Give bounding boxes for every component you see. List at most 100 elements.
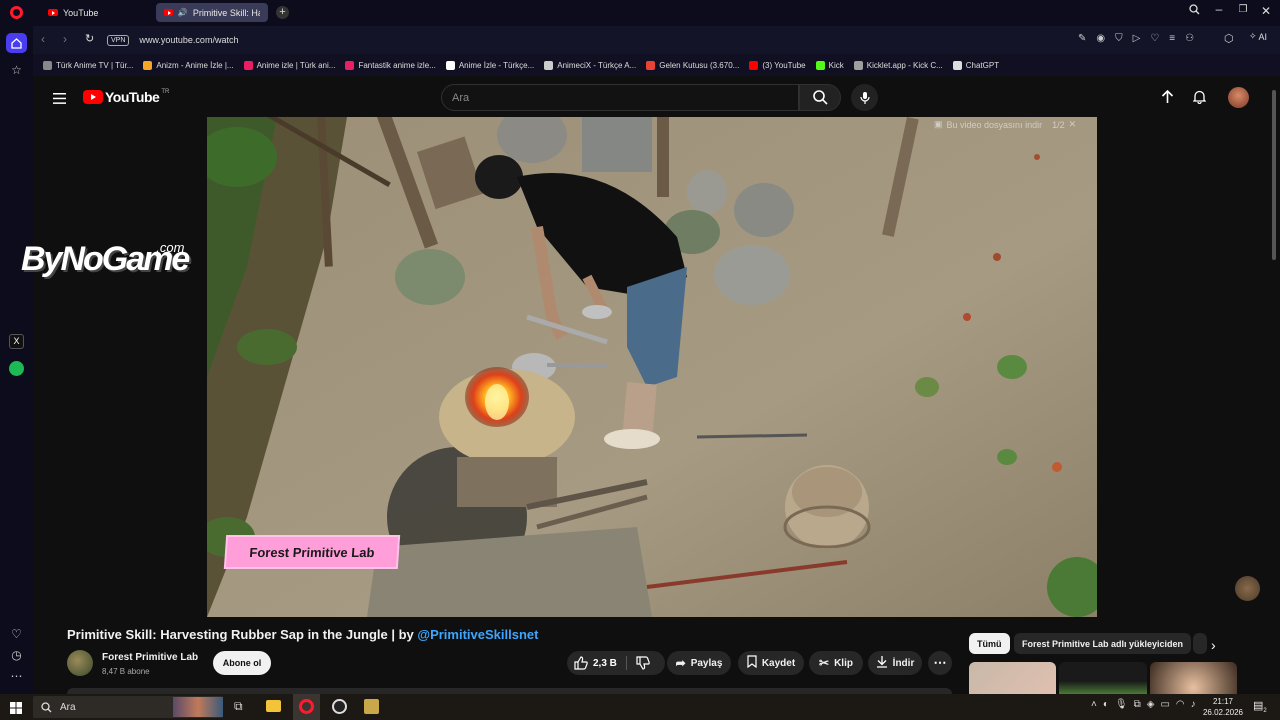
tab-primitive-skill[interactable]: 🔊 Primitive Skill: Harvest [156,3,268,22]
task-view-icon[interactable]: ⧉ [234,699,243,714]
share-button[interactable]: ➦ Paylaş [667,651,731,675]
channel-name[interactable]: Forest Primitive Lab [102,652,198,663]
thumbs-up-icon [574,656,588,670]
star-icon[interactable]: ☆ [8,61,25,78]
youtube-logo[interactable]: YouTube TR [83,89,169,105]
clock-date: 26.02.2026 [1202,708,1244,717]
profile-icon[interactable]: ⚇ [1185,33,1194,44]
wifi-icon[interactable]: ◠ [1176,699,1185,710]
notification-center-icon[interactable]: ▤2 [1253,699,1267,714]
tray-app3-icon[interactable]: ◈ [1147,699,1155,710]
close-icon[interactable]: ✕ [1256,4,1276,18]
bookmark-item[interactable]: Türk Anime TV | Tür... [43,60,133,70]
bookmark-label: Fantastik anime izle... [358,60,436,70]
chip-from-uploader[interactable]: Forest Primitive Lab adlı yükleyiciden [1014,633,1192,654]
bookmark-item[interactable]: (3) YouTube [749,60,806,70]
dislike-button[interactable] [636,656,650,675]
heart-icon[interactable]: ♡ [8,625,25,642]
channel-avatar[interactable] [67,650,93,676]
recommended-thumbnail[interactable] [1059,662,1147,694]
scrollbar-thumb[interactable] [1272,90,1276,260]
spotify-icon[interactable] [9,361,24,376]
volume-icon[interactable]: ♪ [1191,699,1196,710]
minimize-icon[interactable]: – [1209,2,1229,16]
microphone-tray-icon[interactable]: 🎙 [1115,699,1128,710]
menu-icon[interactable]: ≡ [1169,33,1175,44]
tray-chevron-icon[interactable]: ˄ [1091,699,1097,710]
search-tabs-icon[interactable] [1184,4,1204,18]
clock[interactable]: 21:17 26.02.2026 [1200,696,1246,718]
like-button[interactable]: 2,3 B [574,651,617,675]
bookmark-item[interactable]: AnimeciX - Türkçe A... [544,60,637,70]
upload-icon[interactable] [1161,89,1174,109]
file-explorer-icon[interactable] [266,700,281,712]
floating-avatar[interactable] [1235,576,1260,601]
new-tab-button[interactable]: + [276,6,289,19]
chip-all[interactable]: Tümü [969,633,1010,654]
edit-icon[interactable]: ✎ [1078,33,1086,44]
ai-button[interactable]: ✧ AI [1249,31,1267,42]
chevron-right-icon[interactable]: › [1211,637,1216,653]
camera-icon[interactable]: ◉ [1096,33,1105,44]
clip-button[interactable]: ✂ Klip [809,651,863,675]
video-player[interactable]: ▣ Bu video dosyasını indir 1/2 ✕ Forest … [207,117,1097,617]
recommended-thumbnail[interactable] [1150,662,1237,694]
download-button[interactable]: İndir [868,651,922,675]
recommended-thumbnail[interactable] [969,662,1056,694]
bookmark-item[interactable]: Kicklet.app - Kick C... [853,60,943,70]
windows-start-icon[interactable] [10,701,22,719]
avatar[interactable] [1228,87,1249,108]
address-bar[interactable]: VPN www.youtube.com/watch [107,30,1247,50]
extensions-icon[interactable]: ⬡ [1224,32,1234,45]
bookmark-item[interactable]: Fantastik anime izle... [345,60,436,70]
history-icon[interactable]: ◷ [8,646,25,663]
heart-icon[interactable]: ♡ [1150,33,1159,44]
back-icon[interactable]: ‹ [41,32,45,46]
tray-app2-icon[interactable]: ⧉ [1134,699,1141,710]
more-icon[interactable]: ⋯ [8,667,25,684]
video-title-link[interactable]: @PrimitiveSkillsnet [417,627,538,642]
taskbar-search-placeholder: Ara [60,701,76,713]
reload-icon[interactable]: ↻ [85,32,94,45]
bookmark-item[interactable]: Anime izle | Türk ani... [243,60,335,70]
network-icon[interactable]: ▭ [1160,699,1169,710]
x-twitter-icon[interactable]: X [9,334,24,349]
speaker-icon[interactable]: 🔊 [178,8,188,17]
bookmark-favicon-icon [43,60,52,70]
chip-all-label: Tümü [977,638,1002,649]
play-icon[interactable]: ▷ [1133,33,1141,44]
download-icon [876,655,888,671]
close-hint-icon[interactable]: ✕ [1069,119,1077,130]
tray-app-icon[interactable]: ◐ [1103,699,1109,710]
youtube-logo-text: YouTube [105,89,160,105]
taskbar-search[interactable]: Ara [33,696,223,718]
page-scrollbar[interactable] [1271,84,1277,692]
save-button[interactable]: Kaydet [738,651,804,675]
vpn-badge[interactable]: VPN [107,34,130,46]
bookmark-item[interactable]: Anime İzle - Türkçe... [445,60,534,70]
search-input[interactable]: Ara [441,84,799,111]
hamburger-menu-icon[interactable] [53,91,66,109]
app-taskbar-icon[interactable] [364,699,379,714]
bookmark-item[interactable]: Anizm - Anime İzle |... [143,60,234,70]
search-button[interactable] [799,84,841,111]
tab-youtube[interactable]: YouTube [40,3,154,22]
opera-gx-taskbar-icon[interactable] [332,699,347,714]
url-text[interactable]: www.youtube.com/watch [139,35,238,45]
bookmark-item[interactable]: ChatGPT [952,60,999,70]
bookmark-label: AnimeciX - Türkçe A... [557,60,637,70]
home-icon[interactable] [6,33,27,53]
opera-taskbar-icon[interactable] [293,694,320,720]
maximize-icon[interactable]: ❐ [1233,4,1253,15]
voice-search-button[interactable] [851,84,878,111]
chip-partial[interactable] [1193,633,1207,654]
download-video-hint[interactable]: ▣ Bu video dosyasını indir 1/2 ✕ [934,119,1076,130]
shield-icon[interactable]: ⛉ [1115,33,1123,44]
opera-logo-icon[interactable] [10,6,23,19]
bookmark-item[interactable]: Kick [815,60,844,70]
bookmark-item[interactable]: Gelen Kutusu (3.670... [646,60,739,70]
bell-icon[interactable] [1192,90,1207,109]
forward-icon[interactable]: › [63,32,67,46]
more-actions-button[interactable]: ⋯ [928,651,952,675]
subscribe-button[interactable]: Abone ol [213,651,271,675]
